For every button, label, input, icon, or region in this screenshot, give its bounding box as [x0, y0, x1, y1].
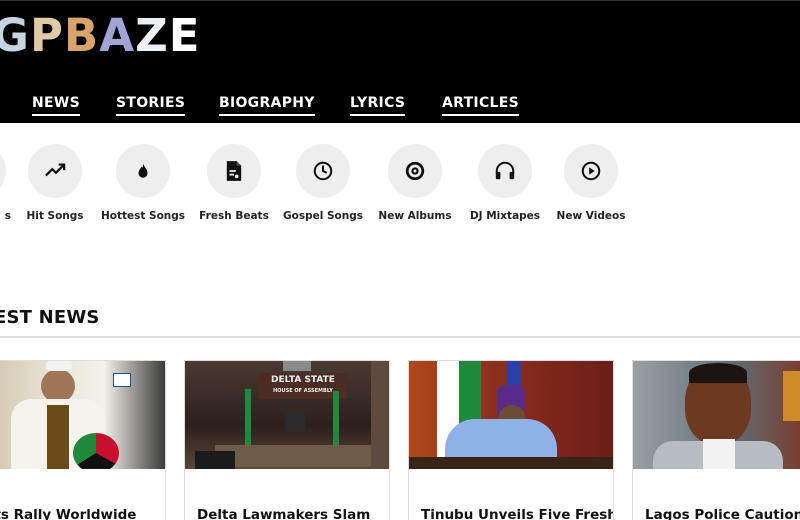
main-nav: NEWS STORIES BIOGRAPHY LYRICS ARTICLES: [0, 95, 800, 121]
page: GPBAZE NEWS STORIES BIOGRAPHY LYRICS ART…: [0, 0, 800, 520]
news-card[interactable]: Tinubu Unveils Five Fresh: [408, 360, 614, 520]
news-thumbnail: [409, 361, 613, 469]
section-heading: EST NEWS: [0, 307, 100, 328]
logo-letter: E: [168, 9, 201, 62]
site-header: GPBAZE NEWS STORIES BIOGRAPHY LYRICS ART…: [0, 0, 800, 123]
category-new-videos[interactable]: New Videos: [536, 144, 646, 222]
category-label: New Videos: [556, 210, 626, 222]
logo-letter: P: [29, 9, 64, 62]
news-card[interactable]: Lagos Police Caution: [632, 360, 800, 520]
section-divider: [0, 336, 800, 338]
news-title: Tinubu Unveils Five Fresh: [421, 507, 614, 520]
logo-letter: G: [0, 9, 30, 62]
nav-item-biography[interactable]: BIOGRAPHY: [219, 95, 315, 116]
news-thumbnail: [633, 361, 800, 469]
play-circle-icon: [564, 144, 618, 198]
news-card[interactable]: DELTA STATE HOUSE OF ASSEMBLY Delta Lawma…: [184, 360, 390, 520]
nav-item-articles[interactable]: ARTICLES: [442, 95, 519, 116]
site-logo[interactable]: GPBAZE: [0, 13, 200, 58]
clock-icon: [296, 144, 350, 198]
music-file-icon: [207, 144, 261, 198]
nav-item-lyrics[interactable]: LYRICS: [350, 95, 406, 116]
logo-letter: Z: [135, 9, 169, 62]
category-row: s Hit Songs Hottest Songs Fresh Beats Go…: [0, 144, 800, 234]
disc-icon: [388, 144, 442, 198]
news-thumbnail: DELTA STATE HOUSE OF ASSEMBLY: [185, 361, 389, 469]
logo-letter: A: [99, 9, 136, 62]
news-thumbnail: [0, 361, 165, 469]
news-title: Lagos Police Caution: [645, 507, 800, 520]
news-title: Delta Lawmakers Slam: [197, 507, 371, 520]
logo-letter: B: [63, 9, 100, 62]
trending-up-icon: [28, 144, 82, 198]
flame-icon: [116, 144, 170, 198]
nav-item-news[interactable]: NEWS: [32, 95, 81, 116]
news-card[interactable]: vists Rally Worldwide: [0, 360, 166, 520]
news-title: vists Rally Worldwide: [0, 507, 137, 520]
headphones-icon: [478, 144, 532, 198]
nav-item-stories[interactable]: STORIES: [116, 95, 186, 116]
